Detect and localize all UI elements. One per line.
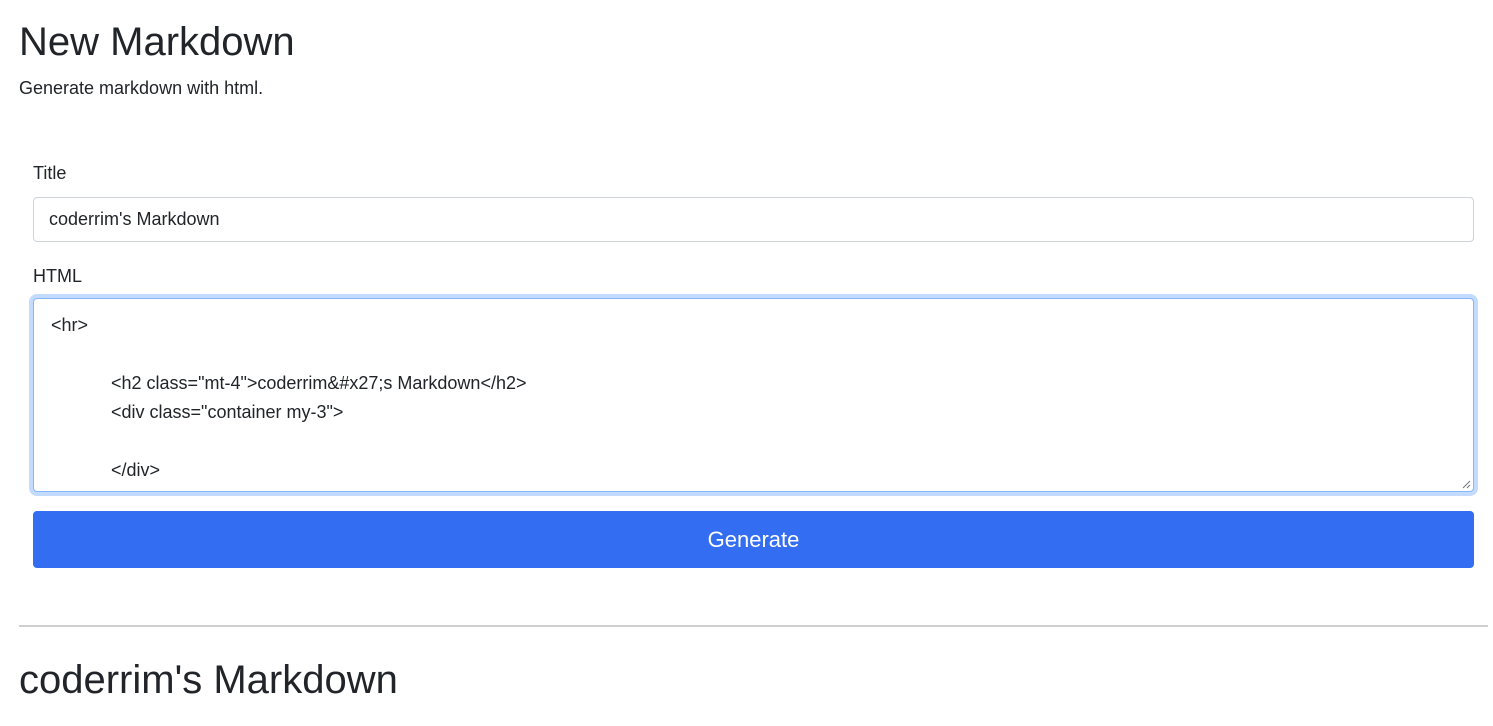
page-title: New Markdown bbox=[19, 20, 295, 64]
html-label: HTML bbox=[33, 266, 82, 286]
html-textarea-wrapper bbox=[33, 298, 1474, 492]
title-input[interactable] bbox=[33, 197, 1474, 242]
title-label: Title bbox=[33, 163, 67, 183]
html-textarea[interactable] bbox=[34, 299, 1473, 491]
page-subtitle: Generate markdown with html. bbox=[19, 78, 264, 98]
divider bbox=[19, 625, 1488, 627]
result-title: coderrim's Markdown bbox=[19, 658, 398, 702]
resize-grip-icon[interactable] bbox=[1461, 479, 1471, 489]
generate-button[interactable]: Generate bbox=[33, 511, 1474, 568]
